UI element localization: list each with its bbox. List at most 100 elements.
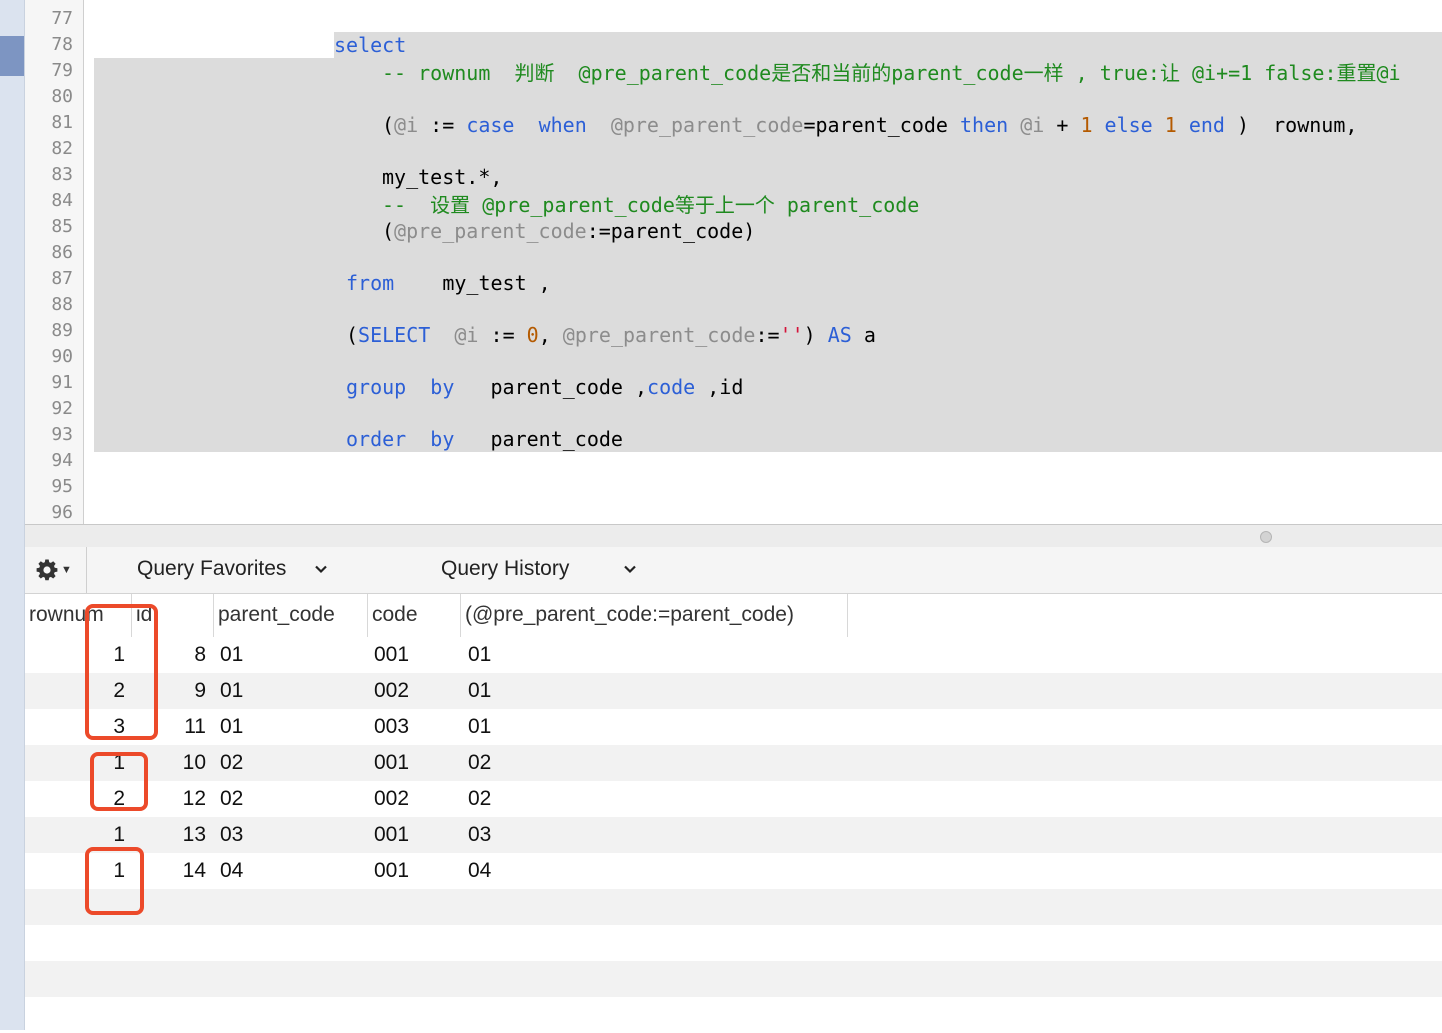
cell-parent-code: 01 <box>220 715 244 738</box>
chevron-down-icon <box>624 565 637 574</box>
cell-code: 003 <box>374 715 410 738</box>
line-number: 96 <box>51 502 73 523</box>
cell-id: 11 <box>184 715 206 738</box>
code-line-81: (@i := case when @pre_parent_code=parent… <box>382 113 1358 137</box>
cell-code: 001 <box>374 823 410 846</box>
cell-parent-code: 01 <box>220 643 244 666</box>
cell-parent-code: 01 <box>220 679 244 702</box>
line-number: 82 <box>51 138 73 159</box>
cell-pre-parent-code: 01 <box>468 643 492 666</box>
cell-parent-code: 02 <box>220 787 244 810</box>
line-number: 90 <box>51 346 73 367</box>
table-row[interactable]: 1 10 02 001 02 <box>25 745 1442 781</box>
sql-editor[interactable]: 77 78 79 80 81 82 83 84 85 86 87 88 89 9… <box>25 0 1442 524</box>
line-number-gutter: 77 78 79 80 81 82 83 84 85 86 87 88 89 9… <box>25 0 84 524</box>
code-line-89: (SELECT @i := 0, @pre_parent_code:='') A… <box>346 323 876 347</box>
cell-rownum: 1 <box>113 823 125 846</box>
line-number: 94 <box>51 450 73 471</box>
cell-id: 10 <box>182 751 206 774</box>
line-number: 80 <box>51 86 73 107</box>
cell-id: 12 <box>182 787 206 810</box>
table-row[interactable]: 2 12 02 002 02 <box>25 781 1442 817</box>
line-number: 84 <box>51 190 73 211</box>
table-row[interactable]: 1 13 03 001 03 <box>25 817 1442 853</box>
query-favorites-menu[interactable]: Query Favorites <box>137 557 328 581</box>
table-row-empty <box>25 889 1442 925</box>
table-row[interactable]: 3 11 01 003 01 <box>25 709 1442 745</box>
cell-code: 002 <box>374 787 410 810</box>
cell-rownum: 2 <box>113 787 125 810</box>
cell-id: 8 <box>194 643 206 666</box>
column-header-pre-parent-code[interactable]: (@pre_parent_code:=parent_code) <box>461 594 848 637</box>
line-number: 91 <box>51 372 73 393</box>
chevron-down-icon <box>315 565 328 574</box>
divider-handle[interactable] <box>1260 531 1272 543</box>
column-header-id[interactable]: id <box>132 594 214 637</box>
column-header-code[interactable]: code <box>368 594 461 637</box>
results-table[interactable]: rownum id parent_code code (@pre_parent_… <box>25 594 1442 1033</box>
line-number: 85 <box>51 216 73 237</box>
cell-pre-parent-code: 03 <box>468 823 492 846</box>
line-number: 92 <box>51 398 73 419</box>
line-number: 81 <box>51 112 73 133</box>
line-number: 77 <box>51 8 73 29</box>
cell-rownum: 1 <box>113 643 125 666</box>
cell-rownum: 1 <box>113 859 125 882</box>
cell-parent-code: 02 <box>220 751 244 774</box>
line-number: 87 <box>51 268 73 289</box>
split-view-divider[interactable] <box>25 524 1442 548</box>
cell-code: 001 <box>374 751 410 774</box>
table-row[interactable]: 1 8 01 001 01 <box>25 637 1442 673</box>
cell-code: 001 <box>374 643 410 666</box>
code-line-84-comment: -- 设置 @pre_parent_code等于上一个 parent_code <box>382 193 920 217</box>
table-row[interactable]: 1 14 04 001 04 <box>25 853 1442 889</box>
cell-rownum: 1 <box>113 751 125 774</box>
cell-pre-parent-code: 01 <box>468 715 492 738</box>
column-header-rownum[interactable]: rownum <box>25 594 132 637</box>
cell-pre-parent-code: 04 <box>468 859 492 882</box>
table-header: rownum id parent_code code (@pre_parent_… <box>25 594 1442 638</box>
column-header-parent-code[interactable]: parent_code <box>214 594 368 637</box>
dropdown-arrow-icon: ▼ <box>61 564 72 576</box>
cell-code: 001 <box>374 859 410 882</box>
selection-highlight <box>334 32 1442 58</box>
table-row[interactable]: 2 9 01 002 01 <box>25 673 1442 709</box>
cell-id: 13 <box>182 823 206 846</box>
query-toolbar: ▼ Query Favorites Query History <box>25 547 1442 594</box>
table-row-empty <box>25 961 1442 997</box>
line-number: 95 <box>51 476 73 497</box>
code-line-85: (@pre_parent_code:=parent_code) <box>382 219 756 243</box>
code-line-87: from my_test , <box>346 271 551 295</box>
line-number: 83 <box>51 164 73 185</box>
query-favorites-label: Query Favorites <box>137 557 287 580</box>
line-number: 93 <box>51 424 73 445</box>
line-number: 79 <box>51 60 73 81</box>
query-history-menu[interactable]: Query History <box>441 557 637 581</box>
line-number: 89 <box>51 320 73 341</box>
sidebar-selection-marker <box>0 36 24 76</box>
table-row-empty <box>25 997 1442 1033</box>
table-row-empty <box>25 925 1442 961</box>
line-number: 78 <box>51 34 73 55</box>
cell-id: 9 <box>194 679 206 702</box>
line-number: 86 <box>51 242 73 263</box>
gear-menu-button[interactable]: ▼ <box>35 555 79 585</box>
line-number: 88 <box>51 294 73 315</box>
code-line-91: group by parent_code ,code ,id <box>346 375 744 399</box>
code-line-79-comment: -- rownum 判断 @pre_parent_code是否和当前的paren… <box>382 61 1401 85</box>
query-history-label: Query History <box>441 557 570 580</box>
cell-rownum: 3 <box>113 715 125 738</box>
cell-id: 14 <box>182 859 206 882</box>
cell-parent-code: 04 <box>220 859 244 882</box>
toolbar-separator <box>86 547 87 593</box>
cell-pre-parent-code: 02 <box>468 787 492 810</box>
code-line-93: order by parent_code <box>346 427 623 451</box>
code-line-83: my_test.*, <box>382 165 503 189</box>
gear-icon <box>36 559 58 581</box>
code-line-78: select <box>334 33 407 57</box>
cell-pre-parent-code: 02 <box>468 751 492 774</box>
cell-pre-parent-code: 01 <box>468 679 492 702</box>
left-sidebar-strip <box>0 0 25 1030</box>
cell-rownum: 2 <box>113 679 125 702</box>
cell-code: 002 <box>374 679 410 702</box>
